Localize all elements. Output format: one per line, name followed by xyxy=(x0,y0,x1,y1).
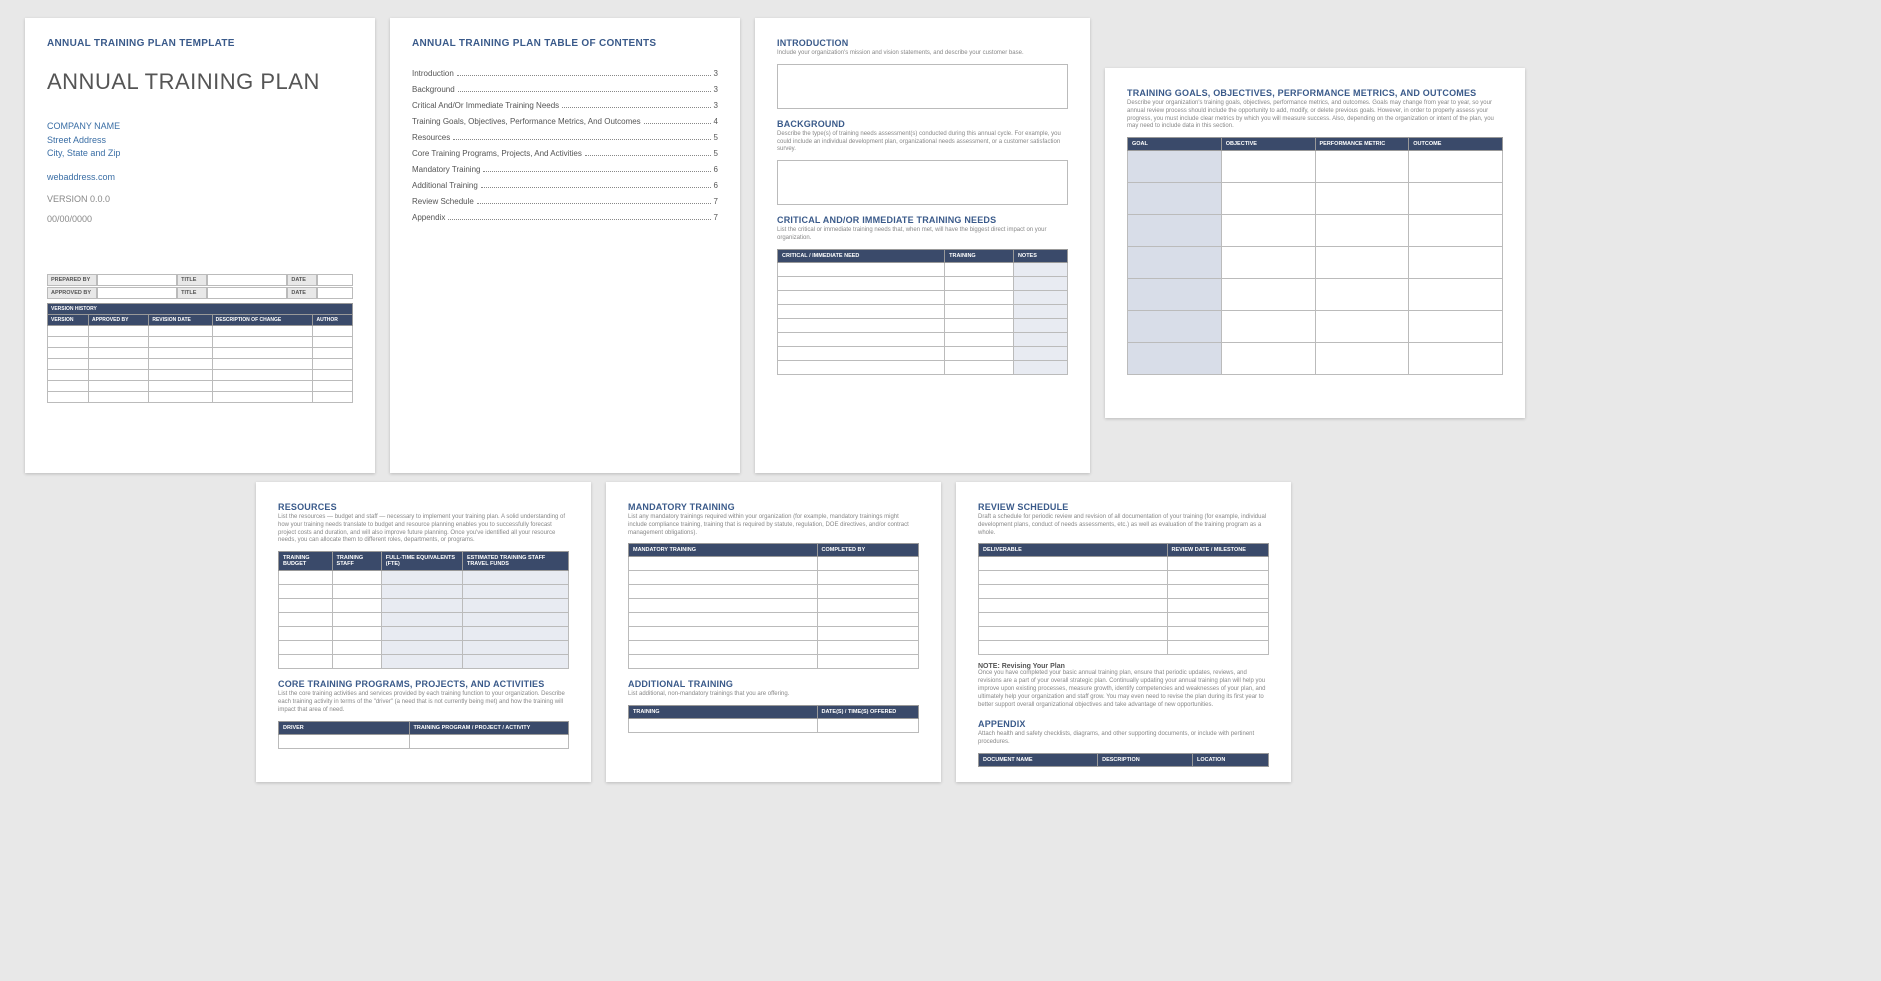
page-6: MANDATORY TRAINING List any mandatory tr… xyxy=(606,482,941,782)
core-training-table: DRIVERTRAINING PROGRAM / PROJECT / ACTIV… xyxy=(278,721,569,749)
toc-item: Mandatory Training6 xyxy=(412,165,718,174)
resources-table: TRAINING BUDGETTRAINING STAFFFULL-TIME E… xyxy=(278,551,569,669)
toc-header: ANNUAL TRAINING PLAN TABLE OF CONTENTS xyxy=(412,38,718,49)
toc-item: Appendix7 xyxy=(412,213,718,222)
version-label: VERSION 0.0.0 xyxy=(47,194,353,204)
critical-heading: CRITICAL AND/OR IMMEDIATE TRAINING NEEDS xyxy=(777,215,1068,225)
toc-list: Introduction3 Background3 Critical And/Or … xyxy=(412,69,718,222)
template-canvas: ANNUAL TRAINING PLAN TEMPLATE ANNUAL TRA… xyxy=(10,10,1881,971)
intro-box xyxy=(777,64,1068,109)
review-table: DELIVERABLEREVIEW DATE / MILESTONE xyxy=(978,543,1269,655)
page-4: TRAINING GOALS, OBJECTIVES, PERFORMANCE … xyxy=(1105,68,1525,418)
page-header: ANNUAL TRAINING PLAN TEMPLATE xyxy=(47,38,353,49)
toc-item: Background3 xyxy=(412,85,718,94)
additional-heading: ADDITIONAL TRAINING xyxy=(628,679,919,689)
appendix-heading: APPENDIX xyxy=(978,719,1269,729)
review-heading: REVIEW SCHEDULE xyxy=(978,502,1269,512)
goals-table: GOALOBJECTIVEPERFORMANCE METRICOUTCOME xyxy=(1127,137,1503,375)
critical-needs-table: CRITICAL / IMMEDIATE NEEDTRAININGNOTES xyxy=(777,249,1068,375)
page-3: INTRODUCTION Include your organization's… xyxy=(755,18,1090,473)
toc-item: Resources5 xyxy=(412,133,718,142)
toc-item: Review Schedule7 xyxy=(412,197,718,206)
background-heading: BACKGROUND xyxy=(777,119,1068,129)
page-5: RESOURCES List the resources — budget an… xyxy=(256,482,591,782)
document-title: ANNUAL TRAINING PLAN xyxy=(47,69,353,95)
toc-item: Training Goals, Objectives, Performance … xyxy=(412,117,718,126)
city-state-zip: City, State and Zip xyxy=(47,147,353,161)
mandatory-table: MANDATORY TRAININGCOMPLETED BY xyxy=(628,543,919,669)
note-heading: NOTE: Revising Your Plan xyxy=(978,663,1269,670)
core-training-heading: CORE TRAINING PROGRAMS, PROJECTS, AND AC… xyxy=(278,679,569,689)
page-2-toc: ANNUAL TRAINING PLAN TABLE OF CONTENTS I… xyxy=(390,18,740,473)
meta-block: PREPARED BYTITLEDATE APPROVED BYTITLEDAT… xyxy=(47,274,353,299)
web-address: webaddress.com xyxy=(47,171,353,185)
page-1-cover: ANNUAL TRAINING PLAN TEMPLATE ANNUAL TRA… xyxy=(25,18,375,473)
background-box xyxy=(777,160,1068,205)
goals-heading: TRAINING GOALS, OBJECTIVES, PERFORMANCE … xyxy=(1127,88,1503,98)
version-history-table: VERSION HISTORY VERSIONAPPROVED BYREVISI… xyxy=(47,303,353,403)
toc-item: Critical And/Or Immediate Training Needs… xyxy=(412,101,718,110)
street-address: Street Address xyxy=(47,134,353,148)
appendix-table: DOCUMENT NAMEDESCRIPTIONLOCATION xyxy=(978,753,1269,767)
toc-item: Additional Training6 xyxy=(412,181,718,190)
company-name: COMPANY NAME xyxy=(47,120,353,134)
date-label: 00/00/0000 xyxy=(47,214,353,224)
page-7: REVIEW SCHEDULE Draft a schedule for per… xyxy=(956,482,1291,782)
additional-table: TRAININGDATE(S) / TIME(S) OFFERED xyxy=(628,705,919,733)
toc-item: Introduction3 xyxy=(412,69,718,78)
toc-item: Core Training Programs, Projects, And Ac… xyxy=(412,149,718,158)
mandatory-heading: MANDATORY TRAINING xyxy=(628,502,919,512)
resources-heading: RESOURCES xyxy=(278,502,569,512)
intro-heading: INTRODUCTION xyxy=(777,38,1068,48)
